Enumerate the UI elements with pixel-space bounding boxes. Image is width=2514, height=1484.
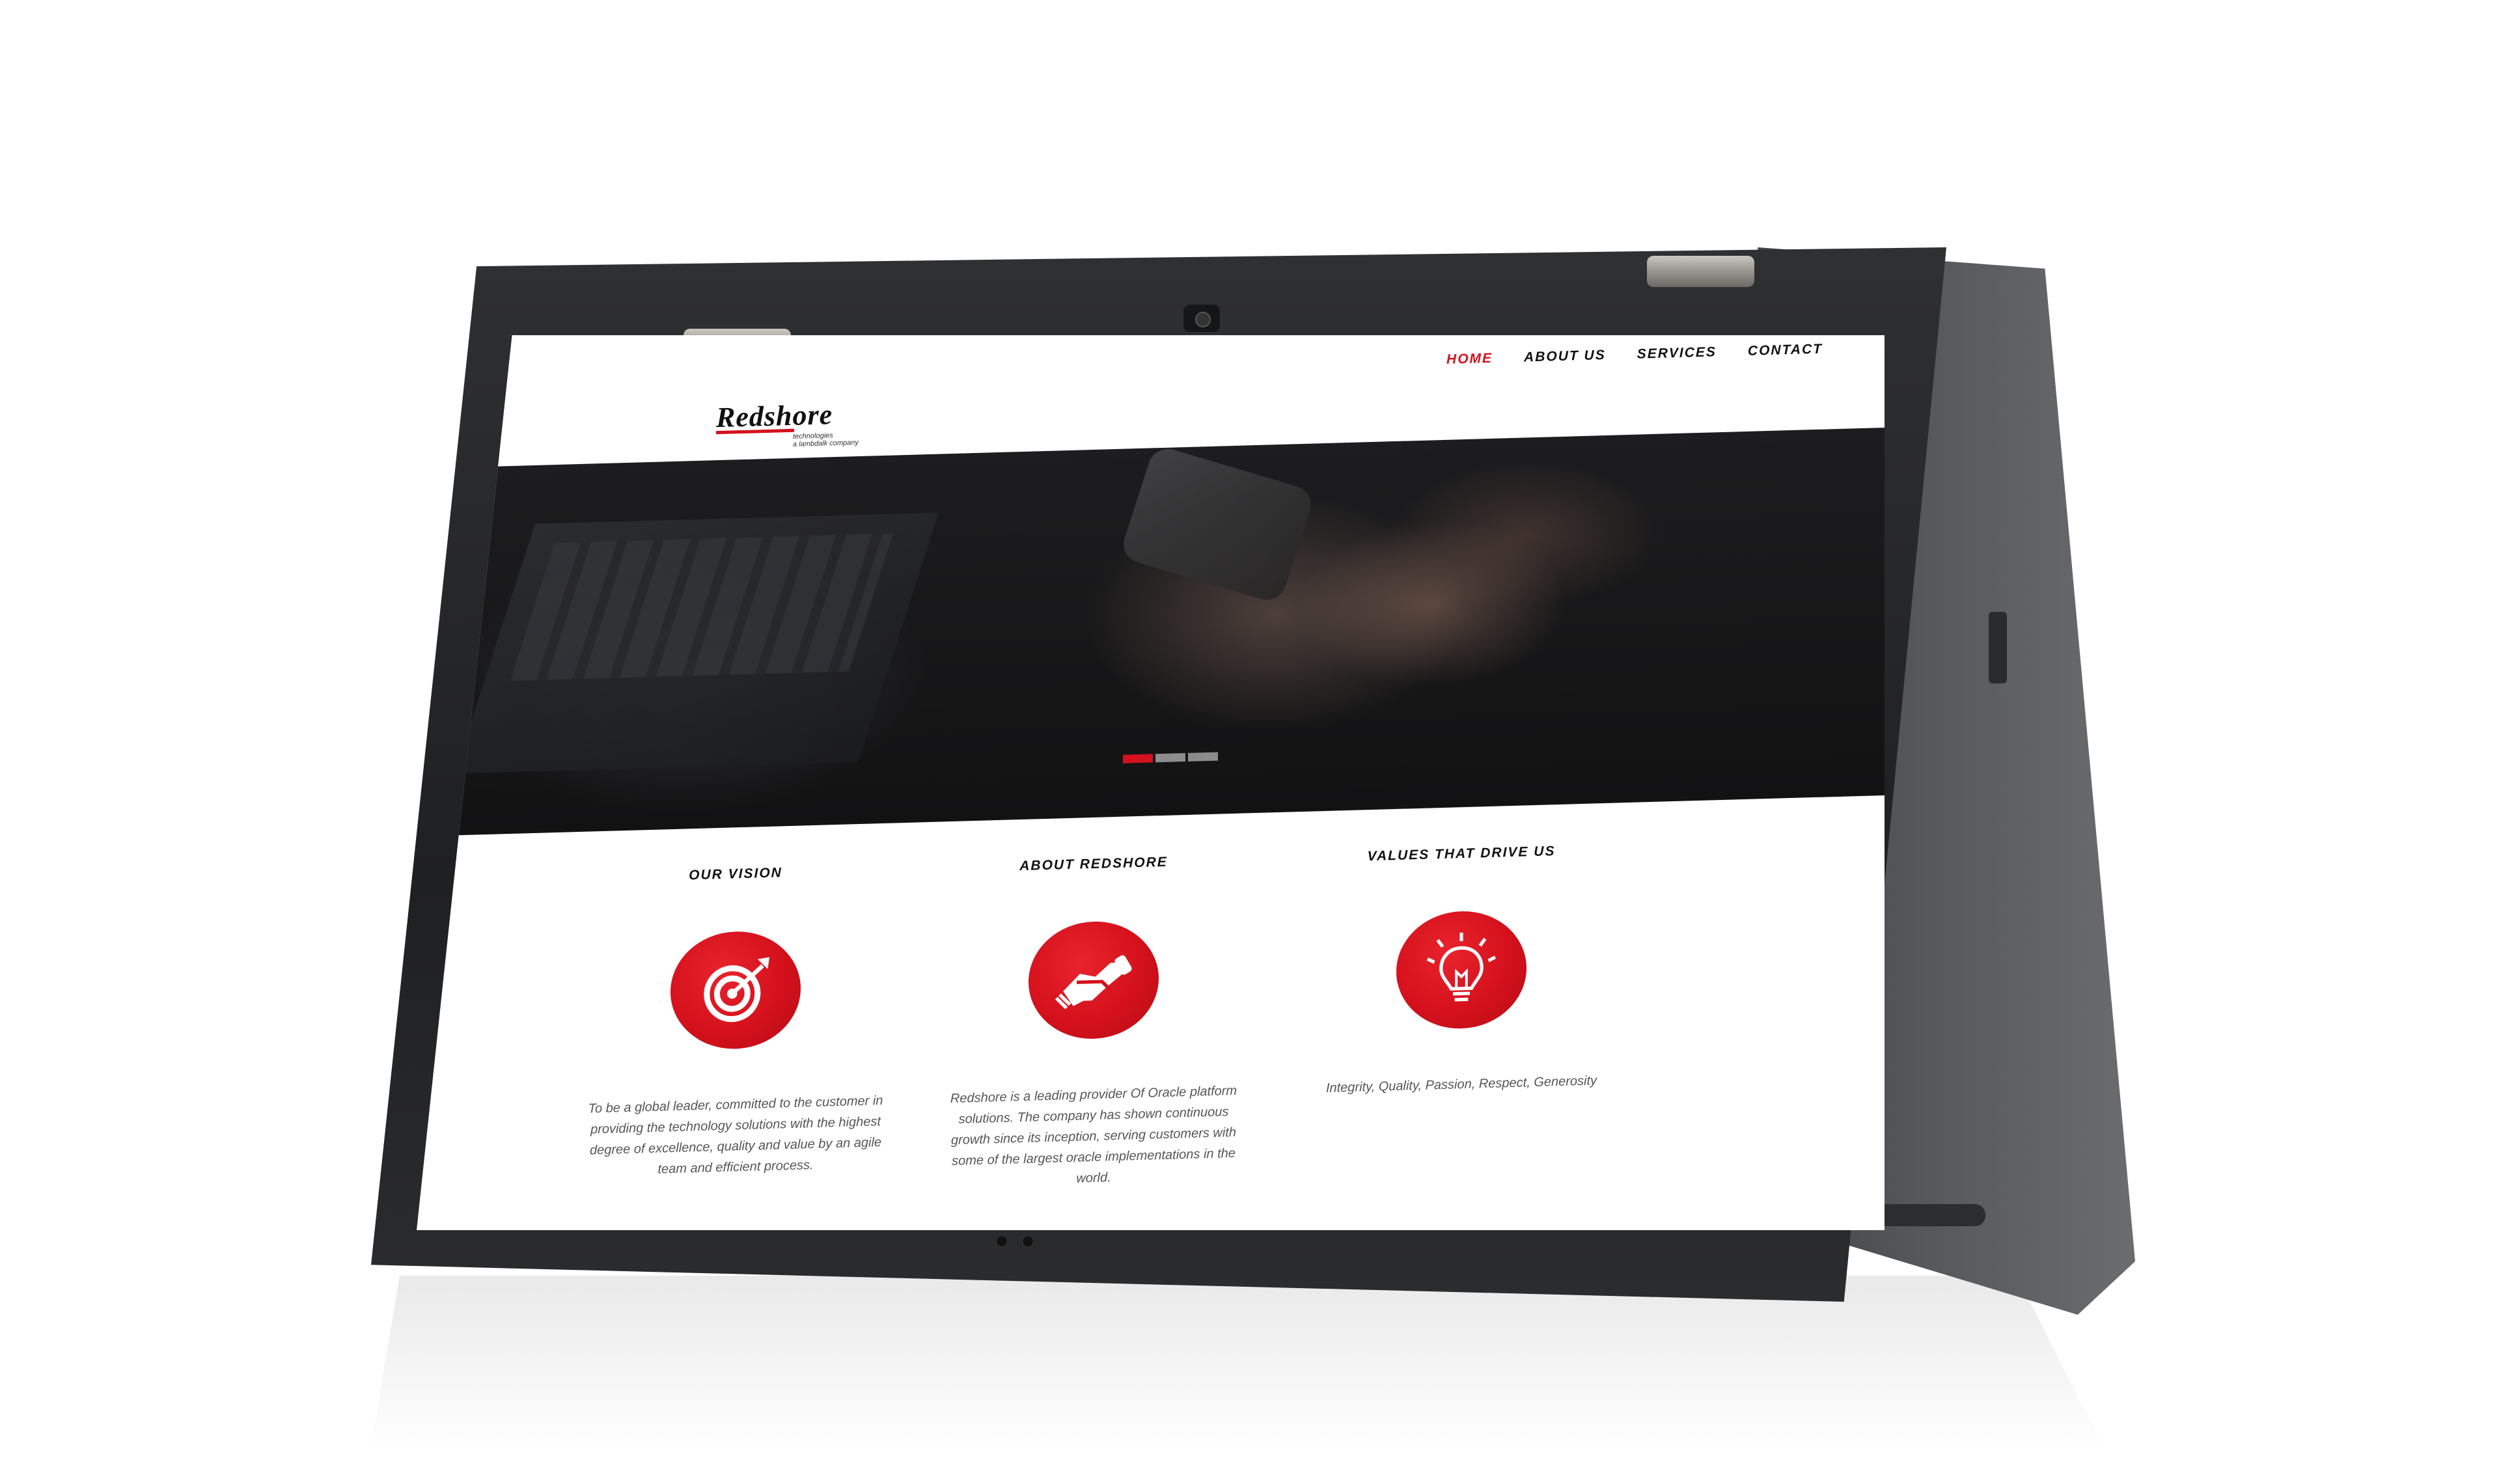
- target-icon-graphic: [704, 957, 769, 1023]
- handshake-icon-graphic: [1055, 955, 1132, 1010]
- slider-dot-2[interactable]: [1155, 753, 1185, 763]
- logo-tagline: technologies a lambdalk company: [793, 431, 859, 448]
- hinge-right: [1647, 256, 1754, 287]
- slider-dot-3[interactable]: [1188, 752, 1218, 762]
- slider-dot-1[interactable]: [1123, 754, 1153, 763]
- logo-tagline-2: a lambdalk company: [793, 439, 859, 448]
- hero-image-laptop: [454, 512, 939, 774]
- feature-title: OUR VISION: [689, 865, 782, 883]
- features-section: OUR VISION To be a global leader, commit…: [417, 808, 1885, 1214]
- nav-home[interactable]: HOME: [1446, 351, 1493, 368]
- nav-contact[interactable]: CONTACT: [1748, 342, 1823, 359]
- logo-wordmark: Redshore: [716, 398, 833, 434]
- bezel-sensors: [996, 1235, 1055, 1252]
- hero-image-phone: [1118, 444, 1316, 605]
- slider-pagination: [1123, 752, 1218, 763]
- website: Redshore technologies a lambdalk company…: [417, 335, 1885, 1230]
- nav-services[interactable]: SERVICES: [1637, 344, 1717, 362]
- hero-slider: [417, 428, 1885, 836]
- nav-about-us[interactable]: ABOUT US: [1524, 348, 1606, 366]
- feature-title: ABOUT REDSHORE: [1019, 854, 1168, 874]
- feature-our-vision: OUR VISION To be a global leader, commit…: [566, 836, 905, 1183]
- handshake-icon: [1029, 920, 1159, 1041]
- main-nav: HOME ABOUT US SERVICES CONTACT: [1446, 342, 1823, 368]
- device-screen: Redshore technologies a lambdalk company…: [417, 335, 1885, 1230]
- feature-title: VALUES THAT DRIVE US: [1367, 844, 1556, 864]
- lightbulb-icon-graphic: [1426, 932, 1497, 1002]
- feature-values: VALUES THAT DRIVE US Integrity, Quality,…: [1292, 816, 1631, 1100]
- target-icon: [670, 929, 801, 1051]
- feature-description: Integrity, Quality, Passion, Respect, Ge…: [1325, 1073, 1597, 1095]
- feature-about-redshore: ABOUT REDSHORE Redshore is a leading pro…: [924, 826, 1263, 1194]
- webcam-icon: [1183, 305, 1220, 332]
- site-logo[interactable]: Redshore technologies a lambdalk company: [716, 398, 872, 456]
- side-port: [1989, 612, 2007, 683]
- lightbulb-icon: [1396, 909, 1526, 1030]
- feature-description: Redshore is a leading provider Of Oracle…: [950, 1083, 1237, 1186]
- feature-description: To be a global leader, committed to the …: [588, 1093, 883, 1177]
- hero-image-hands: [1295, 514, 1569, 692]
- device-reflection: [365, 1276, 2122, 1484]
